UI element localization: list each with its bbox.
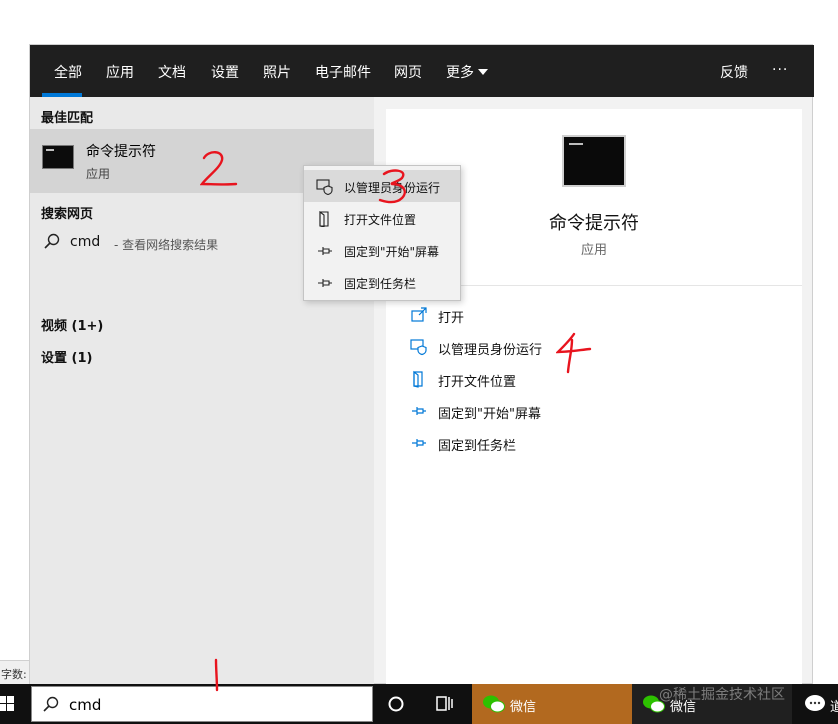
- feedback-button[interactable]: 反馈: [720, 62, 748, 82]
- tab-email[interactable]: 电子邮件: [315, 62, 371, 82]
- background-window-right: [813, 44, 838, 684]
- context-pin-to-taskbar[interactable]: 固定到任务栏: [304, 266, 460, 298]
- settings-heading[interactable]: 设置 (1): [41, 347, 92, 366]
- command-prompt-icon: [42, 145, 74, 169]
- annotation-1: [214, 658, 219, 692]
- pin-icon: [410, 402, 428, 424]
- search-icon: [42, 232, 62, 256]
- context-pin-to-taskbar-label: 固定到任务栏: [344, 277, 417, 291]
- tab-more-label: 更多: [446, 65, 474, 81]
- wechat-icon: [482, 693, 506, 719]
- action-run-as-admin-label: 以管理员身份运行: [438, 343, 543, 358]
- tab-photos[interactable]: 照片: [263, 62, 291, 82]
- word-count-label: 字数:: [0, 660, 29, 684]
- context-pin-to-start-label: 固定到"开始"屏幕: [344, 245, 440, 259]
- tab-more[interactable]: 更多: [446, 62, 488, 82]
- more-options-button[interactable]: ···: [772, 62, 788, 78]
- windows-start-icon[interactable]: [0, 696, 14, 716]
- action-pin-to-taskbar[interactable]: 固定到任务栏: [386, 428, 802, 458]
- annotation-3: [378, 169, 406, 204]
- action-pin-to-taskbar-label: 固定到任务栏: [438, 439, 517, 454]
- action-pin-to-start-label: 固定到"开始"屏幕: [438, 407, 541, 422]
- best-match-type: 应用: [86, 167, 111, 181]
- web-search-hint: - 查看网络搜索结果: [114, 238, 219, 252]
- chevron-down-icon: [478, 69, 488, 75]
- best-match-heading: 最佳匹配: [41, 111, 94, 126]
- windows-search-panel: 全部 应用 文档 设置 照片 电子邮件 网页 更多 反馈 ··· 最佳匹配 命令…: [29, 44, 814, 685]
- taskbar-wechat-window-active[interactable]: 微信: [472, 684, 632, 724]
- web-search-query: cmd: [70, 234, 101, 250]
- shield-icon: [410, 338, 428, 360]
- file-location-icon: [410, 370, 428, 392]
- tab-documents[interactable]: 文档: [158, 62, 186, 82]
- task-view-icon[interactable]: [436, 695, 454, 717]
- pin-icon: [316, 275, 334, 295]
- tab-all[interactable]: 全部: [54, 62, 82, 82]
- tab-settings[interactable]: 设置: [211, 62, 239, 82]
- search-icon: [41, 695, 61, 719]
- tab-apps[interactable]: 应用: [106, 62, 134, 82]
- web-search-heading: 搜索网页: [41, 207, 94, 222]
- context-pin-to-start[interactable]: 固定到"开始"屏幕: [304, 234, 460, 266]
- best-match-title: 命令提示符: [86, 144, 156, 160]
- search-filter-tabs: 全部 应用 文档 设置 照片 电子邮件 网页 更多 反馈 ···: [30, 45, 814, 97]
- action-open-label: 打开: [438, 311, 465, 326]
- annotation-4: [556, 332, 592, 374]
- annotation-2: [200, 151, 238, 186]
- command-prompt-large-icon: [562, 135, 626, 187]
- open-icon: [410, 306, 428, 328]
- chat-app-icon[interactable]: [804, 693, 826, 719]
- file-location-icon: [316, 210, 334, 231]
- pin-icon: [316, 243, 334, 263]
- background-window: [0, 0, 838, 44]
- action-open-file-location-label: 打开文件位置: [438, 375, 517, 390]
- background-window-left: [0, 44, 29, 684]
- video-heading[interactable]: 视频 (1+): [41, 315, 103, 334]
- pin-icon: [410, 434, 428, 456]
- tab-web[interactable]: 网页: [394, 62, 422, 82]
- taskbar-search-box[interactable]: cmd: [31, 686, 373, 722]
- taskbar-truncated-label: 道: [830, 700, 838, 715]
- shield-icon: [316, 179, 334, 199]
- action-pin-to-start[interactable]: 固定到"开始"屏幕: [386, 396, 802, 426]
- action-open[interactable]: 打开: [386, 300, 802, 330]
- taskbar-wechat-label: 微信: [510, 700, 537, 715]
- taskbar-search-text: cmd: [69, 696, 102, 714]
- watermark: @稀土掘金技术社区: [659, 687, 785, 703]
- context-open-file-location-label: 打开文件位置: [344, 213, 417, 227]
- cortana-icon[interactable]: [387, 695, 405, 717]
